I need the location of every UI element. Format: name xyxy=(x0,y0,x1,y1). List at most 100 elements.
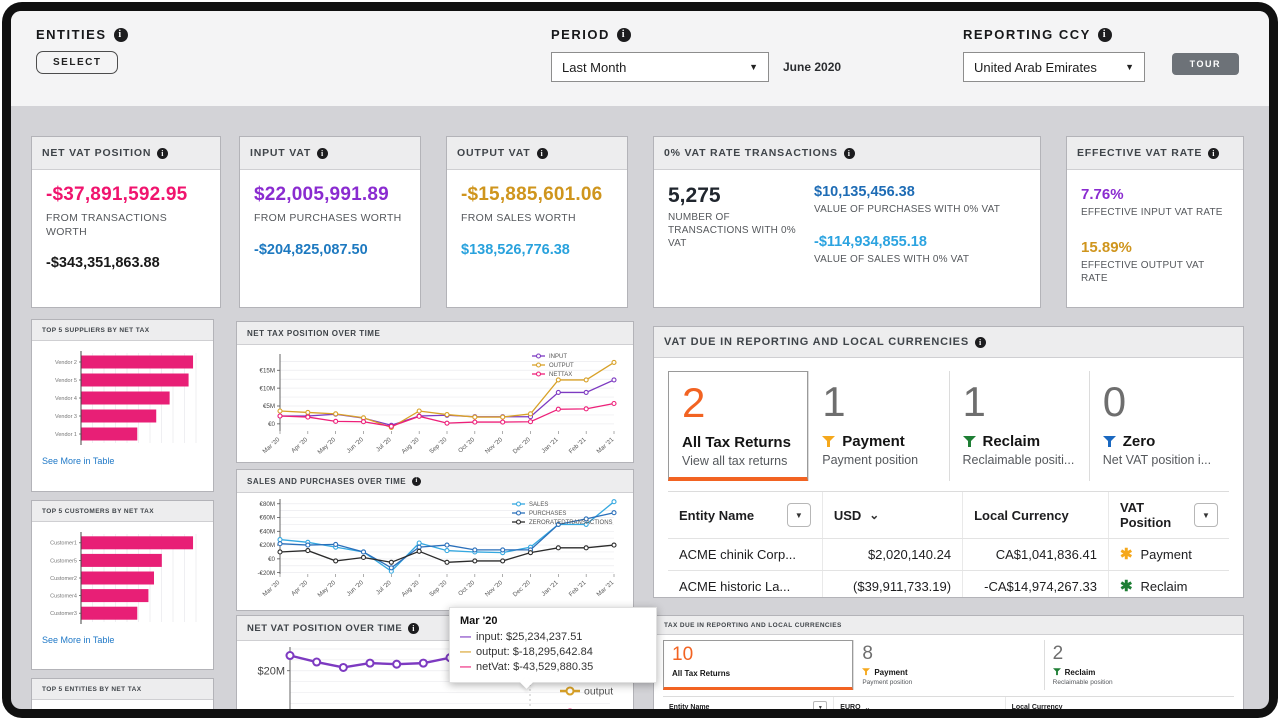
svg-text:Dec '20: Dec '20 xyxy=(512,579,533,598)
card-title: OUTPUT VAT xyxy=(457,147,531,159)
svg-text:Vendor 4: Vendor 4 xyxy=(55,396,77,402)
see-more-link[interactable]: See More in Table xyxy=(42,635,114,645)
info-icon[interactable] xyxy=(317,148,328,159)
column-vat-position: VAT Position xyxy=(1120,500,1186,530)
column-local-currency: Local Currency xyxy=(974,508,1069,523)
sales-purchases-chart[interactable]: €80M€60M€40M€20M€0-€20MMar '20Apr '20May… xyxy=(246,497,624,611)
vat-dashboard-page: ENTITIES SELECT PERIOD Last Month June 2… xyxy=(11,11,1269,709)
tab-reclaim[interactable]: 1 Reclaim Reclaimable positi... xyxy=(949,371,1089,481)
see-more-link[interactable]: See More in Table xyxy=(42,456,114,466)
reporting-ccy-label-row: REPORTING CCY xyxy=(963,27,1145,42)
period-group: PERIOD Last Month June 2020 xyxy=(551,27,841,82)
position-asterisk-icon: ✱ xyxy=(1120,579,1133,594)
position-asterisk-icon: ✱ xyxy=(1120,547,1133,562)
info-icon[interactable] xyxy=(1208,148,1219,159)
table-row[interactable]: ACME chinik Corp... $2,020,140.24 CA$1,0… xyxy=(668,539,1229,571)
series-dash-icon xyxy=(460,661,471,673)
sort-chevron-icon[interactable] xyxy=(869,508,879,522)
info-icon[interactable] xyxy=(537,148,548,159)
top5-suppliers-chart[interactable]: Vendor 2Vendor 5Vendor 4Vendor 3Vendor 1 xyxy=(41,345,204,451)
tab-count: 2 xyxy=(682,381,794,425)
reporting-ccy-label: REPORTING CCY xyxy=(963,27,1091,42)
tour-button[interactable]: TOUR xyxy=(1172,53,1239,75)
svg-text:Mar '20: Mar '20 xyxy=(261,579,281,598)
svg-text:Feb '21: Feb '21 xyxy=(568,436,588,455)
svg-text:Apr '20: Apr '20 xyxy=(290,579,310,598)
period-dropdown[interactable]: Last Month xyxy=(551,52,769,82)
tab-count: 2 xyxy=(1053,644,1226,665)
info-icon[interactable] xyxy=(617,28,631,42)
info-icon[interactable] xyxy=(975,337,986,348)
svg-text:Customer4: Customer4 xyxy=(50,594,77,600)
table-row[interactable]: ACME historic La... ($39,911,733.19) -CA… xyxy=(668,571,1229,598)
column-entity-name: Entity Name xyxy=(669,704,709,709)
svg-text:Feb '21: Feb '21 xyxy=(568,579,588,598)
tab-payment[interactable]: 1 Payment Payment position xyxy=(808,371,948,481)
output-vat-value: -$15,885,601.06 xyxy=(461,184,613,206)
tab-payment[interactable]: 8 Payment Payment position xyxy=(853,640,1043,690)
local-currency-cell: CA$1,041,836.41 xyxy=(963,539,1109,570)
svg-text:Customer5: Customer5 xyxy=(50,558,77,564)
input-vat-card: INPUT VAT $22,005,991.89 FROM PURCHASES … xyxy=(239,136,421,308)
info-icon[interactable] xyxy=(157,148,168,159)
tax-due-mini-card: TAX DUE IN REPORTING AND LOCAL CURRENCIE… xyxy=(653,615,1244,709)
usd-cell: ($39,911,733.19) xyxy=(823,571,963,598)
filter-funnel-icon xyxy=(1053,668,1061,676)
tab-reclaim[interactable]: 2 Reclaim Reclaimable position xyxy=(1044,640,1234,690)
vat-due-card: VAT DUE IN REPORTING AND LOCAL CURRENCIE… xyxy=(653,326,1244,598)
zero-vat-count: 5,275 xyxy=(668,184,796,208)
table-header-row: Entity Name USD Local Currency VAT Posit… xyxy=(668,492,1229,539)
tab-label: Reclaim xyxy=(1065,668,1096,677)
info-icon[interactable] xyxy=(844,148,855,159)
sort-chevron-icon[interactable] xyxy=(865,704,871,709)
vat-due-table: Entity Name USD Local Currency VAT Posit… xyxy=(668,491,1229,598)
input-vat-value: $22,005,991.89 xyxy=(254,184,406,206)
svg-text:Jan '21: Jan '21 xyxy=(540,579,560,598)
filter-dropdown-button[interactable] xyxy=(787,503,811,527)
tab-count: 1 xyxy=(963,380,1076,424)
input-vat-caption: FROM PURCHASES WORTH xyxy=(254,212,406,226)
svg-text:Jul '20: Jul '20 xyxy=(375,436,393,453)
svg-text:netVat: netVat xyxy=(584,708,614,709)
svg-text:Vendor 1: Vendor 1 xyxy=(55,432,77,438)
card-title: NET VAT POSITION OVER TIME xyxy=(247,623,402,634)
card-title: NET TAX POSITION OVER TIME xyxy=(247,329,380,338)
svg-text:€0: €0 xyxy=(268,556,275,563)
chevron-down-icon xyxy=(749,62,758,72)
reporting-ccy-dropdown[interactable]: United Arab Emirates xyxy=(963,52,1145,82)
info-icon[interactable] xyxy=(408,623,419,634)
svg-text:ZERORATEDTRANSACTIONS: ZERORATEDTRANSACTIONS xyxy=(529,520,613,526)
tab-label: Payment xyxy=(874,668,907,677)
info-icon[interactable] xyxy=(412,477,421,486)
top5-customers-chart[interactable]: Customer1Customer5Customer2Customer4Cust… xyxy=(41,526,204,630)
tab-all-tax-returns[interactable]: 10 All Tax Returns xyxy=(663,640,853,690)
svg-text:€10M: €10M xyxy=(260,385,275,392)
tab-sublabel: Payment position xyxy=(822,453,935,467)
zero-vat-purchases-caption: VALUE OF PURCHASES WITH 0% VAT xyxy=(814,203,1000,216)
svg-text:SALES: SALES xyxy=(529,502,548,508)
svg-text:€5M: €5M xyxy=(263,403,275,410)
entities-group: ENTITIES SELECT xyxy=(36,27,128,74)
column-euro: EURO xyxy=(840,704,860,709)
tab-zero[interactable]: 0 Zero Net VAT position i... xyxy=(1089,371,1229,481)
info-icon[interactable] xyxy=(1098,28,1112,42)
zero-vat-sales-value: -$114,934,855.18 xyxy=(814,234,1000,250)
svg-text:NETTAX: NETTAX xyxy=(549,372,572,378)
card-title: 0% VAT RATE TRANSACTIONS xyxy=(664,147,838,159)
local-currency-cell: -CA$14,974,267.33 xyxy=(963,571,1109,598)
chart-tooltip: Mar '20 input: $25,234,237.51 output: $-… xyxy=(449,607,657,683)
filter-dropdown-button[interactable] xyxy=(813,701,827,709)
filter-funnel-icon xyxy=(963,436,976,448)
select-entities-button[interactable]: SELECT xyxy=(36,51,118,74)
top-toolbar: ENTITIES SELECT PERIOD Last Month June 2… xyxy=(11,11,1269,106)
net-tax-position-chart[interactable]: €15M€10M€5M€0Mar '20Apr '20May '20Jun '2… xyxy=(246,349,624,463)
svg-text:Mar '20: Mar '20 xyxy=(261,436,281,455)
info-icon[interactable] xyxy=(114,28,128,42)
tab-all-tax-returns[interactable]: 2 All Tax Returns View all tax returns xyxy=(668,371,808,481)
svg-text:Jun '20: Jun '20 xyxy=(345,436,365,455)
series-dash-icon xyxy=(460,631,471,643)
svg-text:€0: €0 xyxy=(268,421,275,428)
card-title: NET VAT POSITION xyxy=(42,147,151,159)
svg-text:Oct '20: Oct '20 xyxy=(457,579,477,598)
filter-dropdown-button[interactable] xyxy=(1194,503,1218,527)
